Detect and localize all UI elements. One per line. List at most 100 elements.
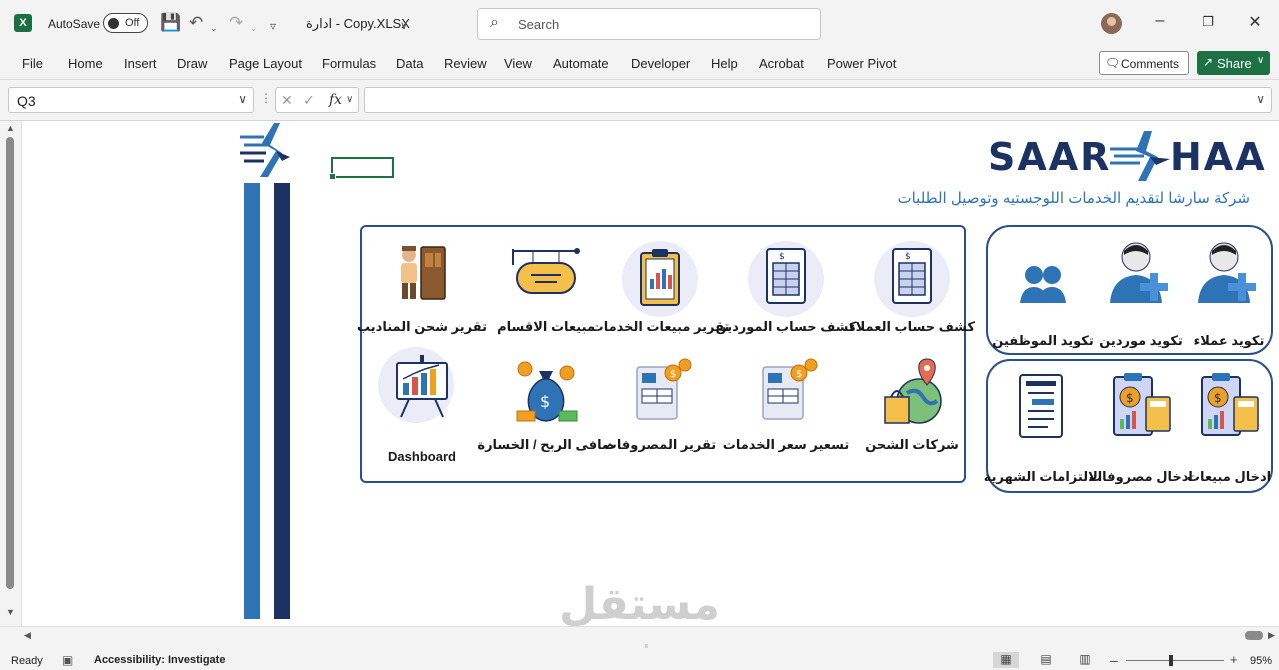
tab-file[interactable]: File: [22, 56, 43, 71]
zoom-out-icon[interactable]: –: [1110, 652, 1118, 668]
redo-dropdown-icon[interactable]: ⌄: [250, 18, 258, 38]
monthly-obligations-icon: [1019, 374, 1063, 438]
scroll-up-icon[interactable]: ▲: [6, 123, 15, 133]
entry-monthly-obligations[interactable]: الالتزامات الشهرية: [984, 365, 1102, 489]
avatar[interactable]: [1101, 13, 1122, 34]
formula-input[interactable]: ∨: [364, 87, 1272, 113]
search-box[interactable]: ⌕ Search: [477, 8, 821, 40]
report-department-sales[interactable]: مبيعات الاقسام: [496, 235, 596, 335]
status-bar: Ready ▣ Accessibility: Investigate ▦ ▤ ▥…: [0, 650, 1279, 670]
chevron-down-icon[interactable]: ∨: [400, 16, 408, 36]
report-service-pricing[interactable]: $ تسعير سعر الخدمات: [723, 355, 849, 465]
side-bar-dark: [274, 183, 290, 619]
report-courier-shipping[interactable]: تقرير شحن المناديب: [357, 235, 487, 335]
search-icon: ⌕: [490, 14, 499, 31]
excel-icon[interactable]: X: [14, 14, 32, 32]
page-break-view-icon[interactable]: ▥: [1072, 652, 1098, 668]
insert-function-button[interactable]: fx: [329, 92, 342, 108]
title-bar: X AutoSave Off 💾 ↶ ⌄ ↷ ⌄ ▿ ادارة - Copy.…: [0, 0, 1279, 46]
brand-text-right: HAA: [1170, 135, 1267, 179]
tab-draw[interactable]: Draw: [177, 56, 207, 71]
undo-dropdown-icon[interactable]: ⌄: [210, 18, 218, 38]
expense-report-icon: $: [636, 358, 692, 420]
customize-toolbar-icon[interactable]: ▿: [270, 16, 276, 36]
sign-board-icon: [512, 248, 580, 294]
redo-icon[interactable]: ↷: [229, 13, 243, 33]
comments-button[interactable]: 🗨 Comments: [1099, 51, 1189, 75]
scroll-right-icon[interactable]: ▶: [1268, 630, 1275, 641]
zoom-slider-handle[interactable]: [1169, 655, 1173, 666]
restore-icon[interactable]: ❐: [1196, 14, 1220, 30]
tagline: شركة سارشا لتقديم الخدمات اللوجستيه وتوص…: [897, 190, 1250, 207]
selected-cell[interactable]: [329, 157, 394, 180]
horizontal-scrollbar[interactable]: ◀ ▶: [0, 626, 1279, 644]
tab-view[interactable]: View: [504, 56, 532, 71]
employees-icon: [1020, 266, 1066, 303]
status-ready: Ready: [11, 655, 43, 667]
report-label: تقرير شحن المناديب: [357, 319, 487, 334]
tab-developer[interactable]: Developer: [631, 56, 690, 71]
brand-text-left: SAAR: [988, 135, 1112, 179]
customer-statement-icon: $: [892, 248, 932, 304]
zoom-in-icon[interactable]: +: [1230, 652, 1238, 667]
report-supplier-statement[interactable]: $ كشف حساب الموردين: [716, 235, 856, 335]
svg-text:$: $: [1126, 391, 1134, 405]
tab-home[interactable]: Home: [68, 56, 103, 71]
enter-icon[interactable]: ✓: [303, 92, 315, 109]
autosave-state: Off: [125, 17, 140, 29]
scroll-down-icon[interactable]: ▼: [6, 607, 15, 617]
comments-label: Comments: [1121, 57, 1180, 71]
vertical-scrollbar[interactable]: ▲ ▼: [0, 121, 22, 627]
tab-power-pivot[interactable]: Power Pivot: [827, 56, 896, 71]
more-icon[interactable]: ⋮: [260, 91, 272, 105]
scroll-left-icon[interactable]: ◀: [24, 630, 31, 641]
chevron-down-icon[interactable]: ∨: [238, 92, 247, 106]
watermark-arabic: مستقل: [559, 580, 720, 629]
services-sales-report-icon: [640, 249, 680, 306]
scroll-thumb[interactable]: [1245, 631, 1263, 640]
report-net-profit-loss[interactable]: $ صافى الربح / الخسارة: [477, 355, 615, 465]
tab-insert[interactable]: Insert: [124, 56, 157, 71]
tab-acrobat[interactable]: Acrobat: [759, 56, 804, 71]
name-box[interactable]: Q3 ∨: [8, 87, 254, 113]
tab-help[interactable]: Help: [711, 56, 738, 71]
tab-review[interactable]: Review: [444, 56, 487, 71]
tab-page-layout[interactable]: Page Layout: [229, 56, 302, 71]
code-employees[interactable]: تكويد الموظفين: [992, 231, 1094, 351]
svg-text:$: $: [905, 252, 911, 262]
shipping-globe-icon: [884, 358, 942, 424]
normal-view-icon[interactable]: ▦: [993, 652, 1019, 668]
expand-formula-icon[interactable]: ∨: [1256, 92, 1265, 106]
undo-icon[interactable]: ↶: [189, 13, 203, 33]
worksheet[interactable]: ▲ ▼ SAAR HAA شركة سارشا لتقديم الخدمات ا…: [0, 120, 1279, 649]
accessibility-status[interactable]: Accessibility: Investigate: [94, 654, 225, 666]
reports-panel: $ كشف حساب العملاء $ كشف حساب الموردين ت…: [357, 225, 975, 483]
autosave-toggle[interactable]: Off: [103, 13, 148, 33]
autosave-label: AutoSave: [48, 17, 101, 31]
page-layout-view-icon[interactable]: ▤: [1033, 652, 1059, 668]
tab-formulas[interactable]: Formulas: [322, 56, 376, 71]
dashboard-easel-icon: [396, 355, 448, 418]
report-dashboard[interactable]: Dashboard: [372, 347, 472, 465]
tab-automate[interactable]: Automate: [553, 56, 609, 71]
report-shipping-companies[interactable]: شركات الشحن: [862, 355, 962, 465]
share-button[interactable]: ↗ Share ∨: [1197, 51, 1270, 75]
macro-recording-icon[interactable]: ▣: [62, 653, 73, 667]
chevron-down-icon[interactable]: ∨: [346, 94, 353, 105]
scroll-thumb[interactable]: [6, 137, 14, 589]
minimize-icon[interactable]: –: [1148, 12, 1172, 30]
close-icon[interactable]: ✕: [1243, 12, 1267, 32]
report-label: Dashboard: [388, 449, 456, 464]
zoom-level[interactable]: 95%: [1250, 655, 1272, 667]
entries-panel: $ ادخال مبيعات $ ادخال مصروفات الالتزاما…: [984, 359, 1273, 493]
tab-data[interactable]: Data: [396, 56, 423, 71]
save-icon[interactable]: 💾: [160, 13, 181, 33]
document-title[interactable]: ادارة - Copy.XLSX: [306, 16, 410, 32]
chevron-down-icon[interactable]: ∨: [1257, 55, 1264, 66]
zoom-slider[interactable]: [1126, 660, 1224, 661]
cancel-icon[interactable]: ✕: [281, 92, 293, 109]
coding-panel: تكويد عملاء تكويد موردين تكويد الموظفين: [986, 225, 1273, 355]
sales-entry-icon: $: [1201, 373, 1259, 436]
report-customer-statement[interactable]: $ كشف حساب العملاء: [849, 235, 975, 335]
name-box-value: Q3: [17, 93, 36, 109]
